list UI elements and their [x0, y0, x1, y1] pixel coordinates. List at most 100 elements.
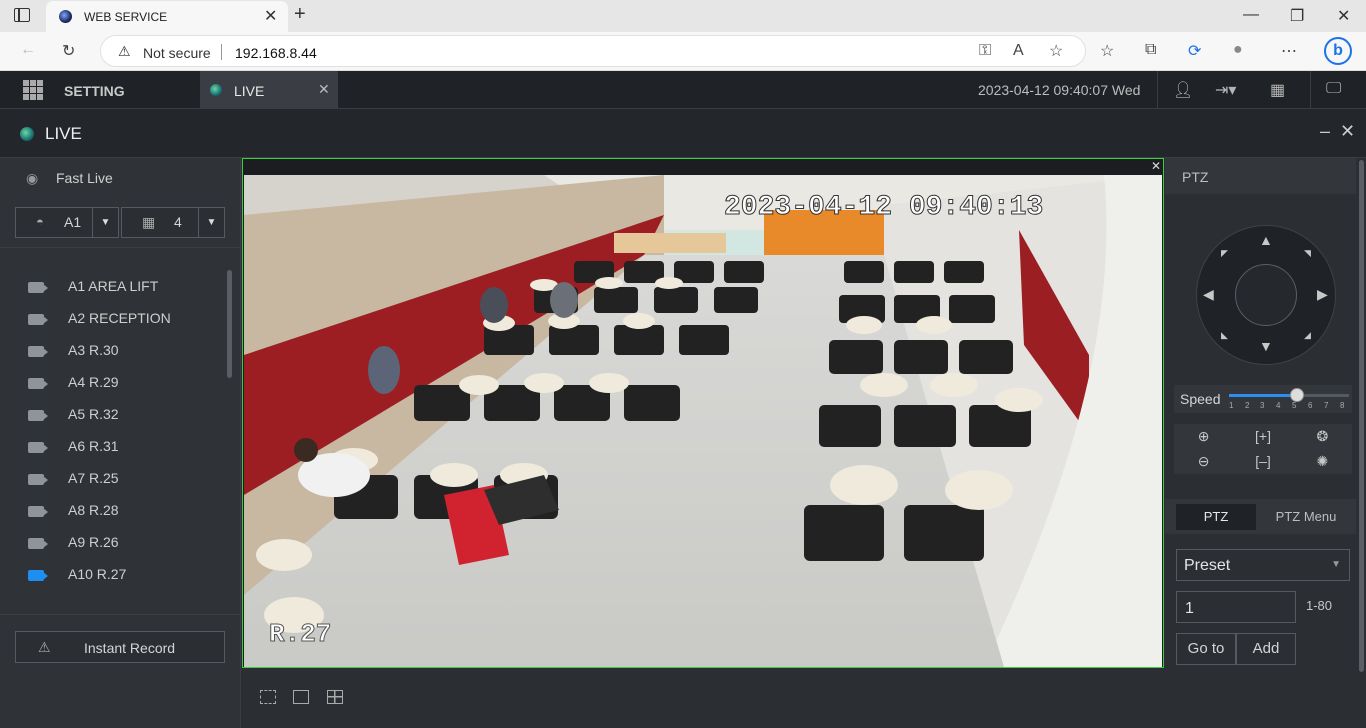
site-favicon-icon: [59, 10, 72, 23]
more-menu-icon[interactable]: ⋯: [1281, 41, 1297, 61]
speed-slider-handle[interactable]: [1290, 388, 1304, 402]
close-live-tab-icon[interactable]: ✕: [318, 81, 330, 98]
arrow-up-right-icon[interactable]: ◥: [1304, 248, 1311, 259]
tab-actions-icon[interactable]: [14, 8, 30, 22]
channel-list-scrollbar[interactable]: [227, 270, 232, 378]
arrow-down-right-icon[interactable]: ◢: [1304, 330, 1311, 341]
single-view-icon[interactable]: [293, 690, 309, 704]
arrow-up-left-icon[interactable]: ◤: [1221, 248, 1228, 259]
add-favorite-icon[interactable]: ☆: [1049, 41, 1063, 61]
speed-tick: 8: [1340, 401, 1345, 410]
arrow-right-icon[interactable]: ▶: [1317, 286, 1328, 303]
split-grid-icon: ▦: [142, 214, 156, 230]
preset-number-input[interactable]: 1: [1176, 591, 1296, 623]
minimize-window-icon[interactable]: —: [1243, 6, 1259, 24]
arrow-up-icon[interactable]: ▲: [1259, 232, 1273, 248]
video-toolbar: [242, 668, 1164, 728]
camera-icon: [28, 346, 48, 357]
refresh-icon[interactable]: ↻: [62, 41, 75, 61]
logout-icon[interactable]: ⇥▾: [1215, 80, 1236, 100]
goto-preset-button[interactable]: Go to: [1176, 633, 1236, 665]
instant-record-button[interactable]: ⚠ Instant Record: [15, 631, 225, 663]
channel-item[interactable]: A6 R.31: [0, 430, 225, 462]
channel-label: A6 R.31: [68, 438, 119, 454]
read-aloud-icon[interactable]: A: [1013, 42, 1024, 60]
arrow-down-left-icon[interactable]: ◣: [1221, 330, 1228, 341]
focus-near-icon[interactable]: [+]: [1233, 424, 1292, 449]
ptz-direction-pad[interactable]: ▲ ▼ ◀ ▶ ◤ ◥ ◣ ◢: [1196, 225, 1336, 365]
channel-item[interactable]: A3 R.30: [0, 334, 225, 366]
arrow-left-icon[interactable]: ◀: [1203, 286, 1214, 303]
close-panel-icon[interactable]: ✕: [1340, 121, 1355, 142]
speed-slider[interactable]: [1229, 388, 1349, 402]
setting-menu[interactable]: SETTING: [64, 83, 125, 99]
focus-far-icon[interactable]: [–]: [1233, 449, 1292, 474]
new-tab-icon[interactable]: +: [294, 3, 306, 26]
quad-view-icon[interactable]: [327, 690, 343, 704]
speed-slider-fill: [1229, 394, 1297, 397]
ptz-center-zoom-icon[interactable]: [1235, 264, 1297, 326]
close-video-icon[interactable]: ✕: [1151, 159, 1161, 173]
extension-icon[interactable]: ⟳: [1188, 41, 1201, 61]
channel-item[interactable]: A5 R.32: [0, 398, 225, 430]
url-text[interactable]: 192.168.8.44: [235, 45, 317, 61]
browser-tab[interactable]: WEB SERVICE ✕: [46, 1, 288, 32]
qr-code-icon[interactable]: ▦: [1270, 80, 1285, 100]
page-scrollbar[interactable]: [1357, 158, 1366, 728]
channel-item-active[interactable]: A10 R.27: [0, 558, 225, 590]
chevron-down-icon[interactable]: ▼: [1331, 559, 1341, 570]
fullscreen-icon[interactable]: [260, 690, 276, 704]
ptz-lens-controls: ⊕ [+] ❂ ⊖ [–] ✺: [1174, 424, 1352, 474]
speed-label: Speed: [1180, 391, 1221, 407]
tab-ptz[interactable]: PTZ: [1176, 504, 1256, 530]
restore-window-icon[interactable]: ❐: [1290, 6, 1304, 26]
close-window-icon[interactable]: ✕: [1337, 6, 1350, 26]
channel-item[interactable]: A9 R.26: [0, 526, 225, 558]
channel-label: A1 AREA LIFT: [68, 278, 159, 294]
zoom-out-icon[interactable]: ⊖: [1174, 449, 1233, 474]
channel-label: A10 R.27: [68, 566, 127, 582]
main-menu-grid-icon[interactable]: [23, 80, 43, 100]
speed-tick: 3: [1260, 401, 1265, 410]
camera-icon: [28, 538, 48, 549]
layout-select[interactable]: ▦ 4 ▼: [121, 207, 225, 238]
fullscreen-monitor-icon[interactable]: 🖵︎: [1326, 80, 1341, 98]
collections-icon[interactable]: ⧉: [1145, 41, 1156, 59]
profile-icon[interactable]: ●: [1233, 41, 1243, 59]
channel-label: A9 R.26: [68, 534, 119, 550]
camera-select[interactable]: ◓ A1 ▼: [15, 207, 119, 238]
chevron-down-icon[interactable]: ▼: [92, 208, 118, 237]
channel-item[interactable]: A4 R.29: [0, 366, 225, 398]
tab-live[interactable]: LIVE ✕: [200, 71, 338, 109]
channel-item[interactable]: A2 RECEPTION: [0, 302, 225, 334]
channel-panel: ◉ Fast Live ◓ A1 ▼ ▦ 4 ▼ A1 AREA LIFT A2 …: [0, 158, 241, 728]
preset-select[interactable]: Preset ▼: [1176, 549, 1350, 581]
favorites-icon[interactable]: ☆: [1100, 41, 1114, 61]
user-icon[interactable]: 👤︎: [1173, 80, 1193, 100]
tab-live-label: LIVE: [234, 83, 265, 99]
minimize-panel-icon[interactable]: –: [1320, 121, 1330, 142]
channel-item[interactable]: A8 R.28: [0, 494, 225, 526]
camera-feed[interactable]: 2023-04-12 09:40:13 R.27: [244, 175, 1162, 667]
chevron-down-icon[interactable]: ▼: [198, 208, 224, 237]
iris-open-icon[interactable]: ❂: [1293, 424, 1352, 449]
add-preset-button[interactable]: Add: [1236, 633, 1296, 665]
camera-icon: [28, 442, 48, 453]
zoom-in-icon[interactable]: ⊕: [1174, 424, 1233, 449]
bing-icon[interactable]: b: [1324, 37, 1352, 65]
arrow-down-icon[interactable]: ▼: [1259, 338, 1273, 354]
address-bar[interactable]: ⚠ Not secure 192.168.8.44 ⚿ A ☆: [100, 35, 1086, 67]
preset-range: 1-80: [1306, 598, 1333, 613]
video-window[interactable]: ✕ 2023-04-12 09:40:13 R.27: [242, 158, 1164, 668]
system-datetime: 2023-04-12 09:40:07 Wed: [978, 82, 1141, 98]
speed-tick: 6: [1308, 401, 1313, 410]
fast-live[interactable]: ◉ Fast Live: [26, 170, 113, 187]
iris-close-icon[interactable]: ✺: [1293, 449, 1352, 474]
key-icon[interactable]: ⚿: [979, 42, 991, 60]
close-tab-icon[interactable]: ✕: [264, 6, 277, 26]
channel-item[interactable]: A7 R.25: [0, 462, 225, 494]
tab-ptz-menu[interactable]: PTZ Menu: [1265, 504, 1347, 530]
back-icon[interactable]: ←: [20, 41, 36, 59]
security-label[interactable]: Not secure: [143, 45, 211, 61]
channel-item[interactable]: A1 AREA LIFT: [0, 270, 225, 302]
